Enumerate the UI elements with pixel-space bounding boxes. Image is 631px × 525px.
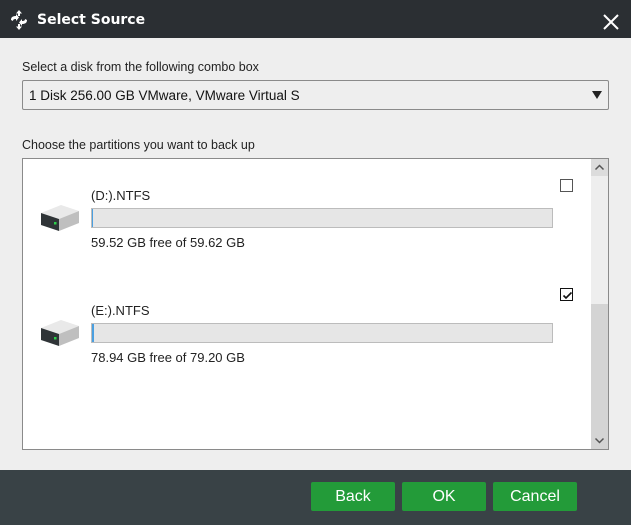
ok-button[interactable]: OK	[402, 482, 486, 511]
dropdown-arrow-icon[interactable]	[592, 91, 602, 99]
partition-usage-fill	[92, 209, 93, 227]
partition-item: (D:).NTFS 59.52 GB free of 59.62 GB	[23, 177, 591, 277]
scrollbar-thumb[interactable]	[591, 304, 608, 432]
back-button[interactable]: Back	[311, 482, 395, 511]
partition-usage-bar	[91, 323, 553, 343]
scroll-up-icon[interactable]	[591, 159, 608, 176]
select-source-dialog: Select Source Select a disk from the fol…	[0, 0, 631, 525]
dialog-title: Select Source	[37, 12, 146, 28]
partition-size: 78.94 GB free of 79.20 GB	[91, 350, 245, 365]
vertical-scrollbar[interactable]	[591, 159, 608, 449]
dialog-footer: Back OK Cancel	[0, 470, 631, 525]
partition-checkbox[interactable]	[560, 288, 573, 301]
title-bar: Select Source	[0, 4, 631, 38]
partition-usage-bar	[91, 208, 553, 228]
partition-size: 59.52 GB free of 59.62 GB	[91, 235, 245, 250]
partition-usage-fill	[92, 324, 94, 342]
disk-combo-value: 1 Disk 256.00 GB VMware, VMware Virtual …	[29, 88, 300, 103]
checkmark-icon	[562, 291, 573, 300]
disk-select-label: Select a disk from the following combo b…	[22, 60, 259, 74]
partition-item: (E:).NTFS 78.94 GB free of 79.20 GB	[23, 288, 591, 392]
disk-combo-box[interactable]: 1 Disk 256.00 GB VMware, VMware Virtual …	[22, 80, 609, 110]
hard-drive-icon	[41, 205, 79, 231]
scroll-down-icon[interactable]	[591, 432, 608, 449]
partition-name: (D:).NTFS	[91, 188, 151, 203]
cancel-button[interactable]: Cancel	[493, 482, 577, 511]
sync-arrows-icon	[11, 10, 27, 30]
partition-name: (E:).NTFS	[91, 303, 150, 318]
partition-checkbox[interactable]	[560, 179, 573, 192]
partition-list: (D:).NTFS 59.52 GB free of 59.62 GB (E:)…	[22, 158, 609, 450]
close-icon[interactable]	[601, 12, 621, 32]
partitions-label: Choose the partitions you want to back u…	[22, 138, 255, 152]
hard-drive-icon	[41, 320, 79, 346]
